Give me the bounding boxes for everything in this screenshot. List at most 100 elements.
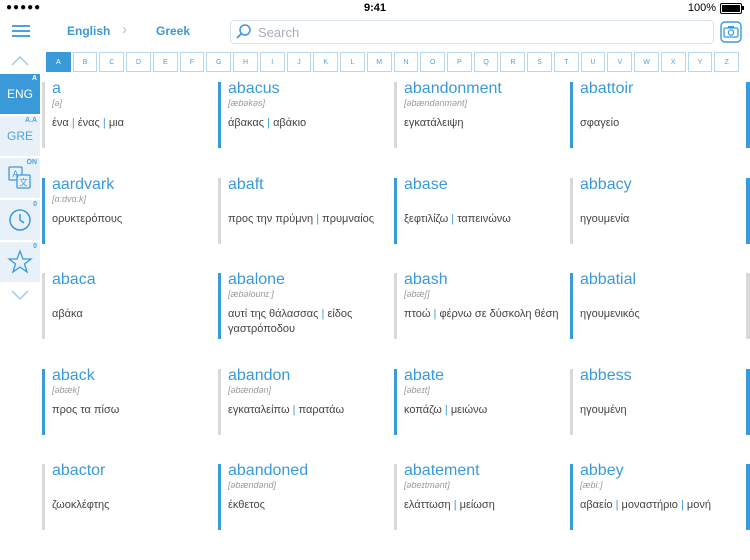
entry-word: abandoned — [228, 462, 309, 479]
entry-pronunciation: [æbəlounɪː] — [228, 289, 274, 299]
letter-b-button[interactable]: B — [72, 52, 98, 72]
search-input[interactable] — [256, 23, 700, 41]
gre-label: GRE — [6, 129, 33, 143]
entry-card[interactable]: abacus [æbəkəs] άβακας | αβάκιο — [218, 80, 396, 150]
entry-translations: ένα | ένας | μια — [52, 116, 220, 131]
separator: | — [612, 499, 622, 511]
entry-card[interactable]: aardvark [ɑːdvɑːk] ορυκτερόπους — [42, 176, 220, 246]
letter-z-button[interactable]: Z — [714, 52, 740, 72]
entry-card[interactable]: a [ə] ένα | ένας | μια — [42, 80, 220, 150]
entry-card[interactable]: abactor ζωοκλέφτης — [42, 462, 220, 532]
entry-indicator-bar — [218, 464, 221, 530]
camera-button[interactable] — [719, 20, 743, 44]
letter-w-button[interactable]: W — [634, 52, 659, 72]
entry-card[interactable]: abandon [əbændən] εγκαταλείπω | παρατάω — [218, 367, 396, 437]
entry-translations: ηγουμενία — [580, 212, 748, 227]
translation-text: μείωση — [459, 499, 495, 511]
entry-pronunciation — [580, 289, 748, 300]
separator: | — [313, 213, 323, 225]
entry-word: a — [52, 80, 61, 97]
entry-translations: προς τα πίσω — [52, 403, 220, 418]
entry-card[interactable]: abattoir σφαγείο — [570, 80, 748, 150]
entry-indicator-bar — [218, 82, 221, 148]
menu-icon[interactable] — [12, 22, 30, 40]
entry-indicator-bar — [570, 464, 573, 530]
entry-word: abase — [404, 176, 448, 193]
english-mode-button[interactable]: A ENG — [0, 74, 40, 114]
letter-i-button[interactable]: I — [259, 52, 285, 72]
camera-icon — [720, 21, 742, 43]
entry-card[interactable]: abaft προς την πρύμνη | πρυμναίος — [218, 176, 396, 246]
scroll-down-button[interactable] — [0, 284, 40, 306]
letter-m-button[interactable]: M — [366, 52, 392, 72]
entry-pronunciation — [580, 98, 748, 109]
favorites-button[interactable]: 0 — [0, 242, 40, 282]
entry-card[interactable]: abash [əbæʃ] πτοώ | φέρνω σε δύσκολη θέση — [394, 271, 572, 341]
entry-card[interactable]: abate [əbeɪt] κοπάζω | μειώνω — [394, 367, 572, 437]
greek-mode-button[interactable]: A.A GRE — [0, 116, 40, 156]
entry-card[interactable]: abbacy ηγουμενία — [570, 176, 748, 246]
entry-indicator-bar — [394, 273, 397, 339]
entry-card[interactable]: abbatial ηγουμενικός — [570, 271, 748, 341]
entry-card[interactable]: abase ξεφτιλίζω | ταπεινώνω — [394, 176, 572, 246]
letter-a-button[interactable]: A — [46, 52, 71, 72]
translation-text: ελάττωση — [404, 499, 451, 511]
target-language-button[interactable]: Greek — [156, 24, 190, 38]
letter-f-button[interactable]: F — [179, 52, 205, 72]
separator: | — [99, 117, 109, 129]
letter-c-button[interactable]: C — [99, 52, 125, 72]
scroll-up-button[interactable] — [0, 50, 40, 72]
entry-card[interactable]: abaca αβάκα — [42, 271, 220, 341]
separator: | — [677, 499, 687, 511]
history-button[interactable]: 0 — [0, 200, 40, 240]
search-box[interactable] — [230, 20, 714, 44]
entry-card[interactable]: abatement [əbeɪtmənt] ελάττωση | μείωση — [394, 462, 572, 532]
letter-o-button[interactable]: O — [420, 52, 446, 72]
letter-p-button[interactable]: P — [447, 52, 472, 72]
svg-text:文: 文 — [19, 177, 28, 189]
entry-card[interactable]: abandoned [əbændənd] έκθετος — [218, 462, 396, 532]
entry-word: abandon — [228, 367, 291, 384]
translate-toggle-button[interactable]: ON A 文 — [0, 158, 40, 198]
letter-v-button[interactable]: V — [607, 52, 633, 72]
entry-word: abate — [404, 367, 445, 384]
letter-s-button[interactable]: S — [527, 52, 552, 72]
source-language-button[interactable]: English — [67, 24, 110, 38]
letter-j-button[interactable]: J — [286, 52, 312, 72]
separator: | — [448, 213, 458, 225]
letter-n-button[interactable]: N — [393, 52, 419, 72]
translation-text: κοπάζω — [404, 404, 442, 416]
star-icon — [7, 249, 33, 274]
entry-indicator-bar — [570, 273, 573, 339]
entry-card[interactable]: abalone [æbəlounɪː] αυτί της θάλασσας | εί… — [218, 271, 396, 341]
entries-grid: a [ə] ένα | ένας | μια abacus [æbəkəs] άβακας… — [42, 80, 750, 560]
letter-u-button[interactable]: U — [580, 52, 606, 72]
entry-translations: άβακας | αβάκιο — [228, 116, 396, 131]
next-column-indicator-bar — [746, 178, 750, 244]
letter-x-button[interactable]: X — [660, 52, 686, 72]
translation-text: φέρνω σε δύσκολη θέση — [439, 308, 559, 320]
letter-r-button[interactable]: R — [500, 52, 526, 72]
translation-text: ξεφτιλίζω — [404, 213, 449, 225]
translation-text: μοναστήριο — [621, 499, 678, 511]
entry-indicator-bar — [394, 464, 397, 530]
entry-card[interactable]: abandonment [əbændənmənt] εγκατάλειψη — [394, 80, 572, 150]
entry-card[interactable]: aback [əbæk] προς τα πίσω — [42, 367, 220, 437]
translation-text: αβαείο — [580, 499, 613, 511]
letter-e-button[interactable]: E — [152, 52, 178, 72]
letter-g-button[interactable]: G — [206, 52, 232, 72]
letter-q-button[interactable]: Q — [473, 52, 499, 72]
entry-card[interactable]: abbey [æbiː] αβαείο | μοναστήριο | μονή — [570, 462, 748, 532]
translation-text: αυτί της θάλασσας — [228, 308, 319, 320]
letter-k-button[interactable]: K — [313, 52, 339, 72]
sidebar: A ENG A.A GRE ON A 文 0 0 — [0, 50, 40, 560]
entry-word: abbacy — [580, 176, 632, 193]
letter-l-button[interactable]: L — [340, 52, 365, 72]
letter-d-button[interactable]: D — [126, 52, 151, 72]
separator: | — [264, 117, 274, 129]
entry-card[interactable]: abbess ηγουμένη — [570, 367, 748, 437]
letter-h-button[interactable]: H — [233, 52, 258, 72]
letter-t-button[interactable]: T — [553, 52, 579, 72]
entry-indicator-bar — [570, 178, 573, 244]
letter-y-button[interactable]: Y — [687, 52, 713, 72]
